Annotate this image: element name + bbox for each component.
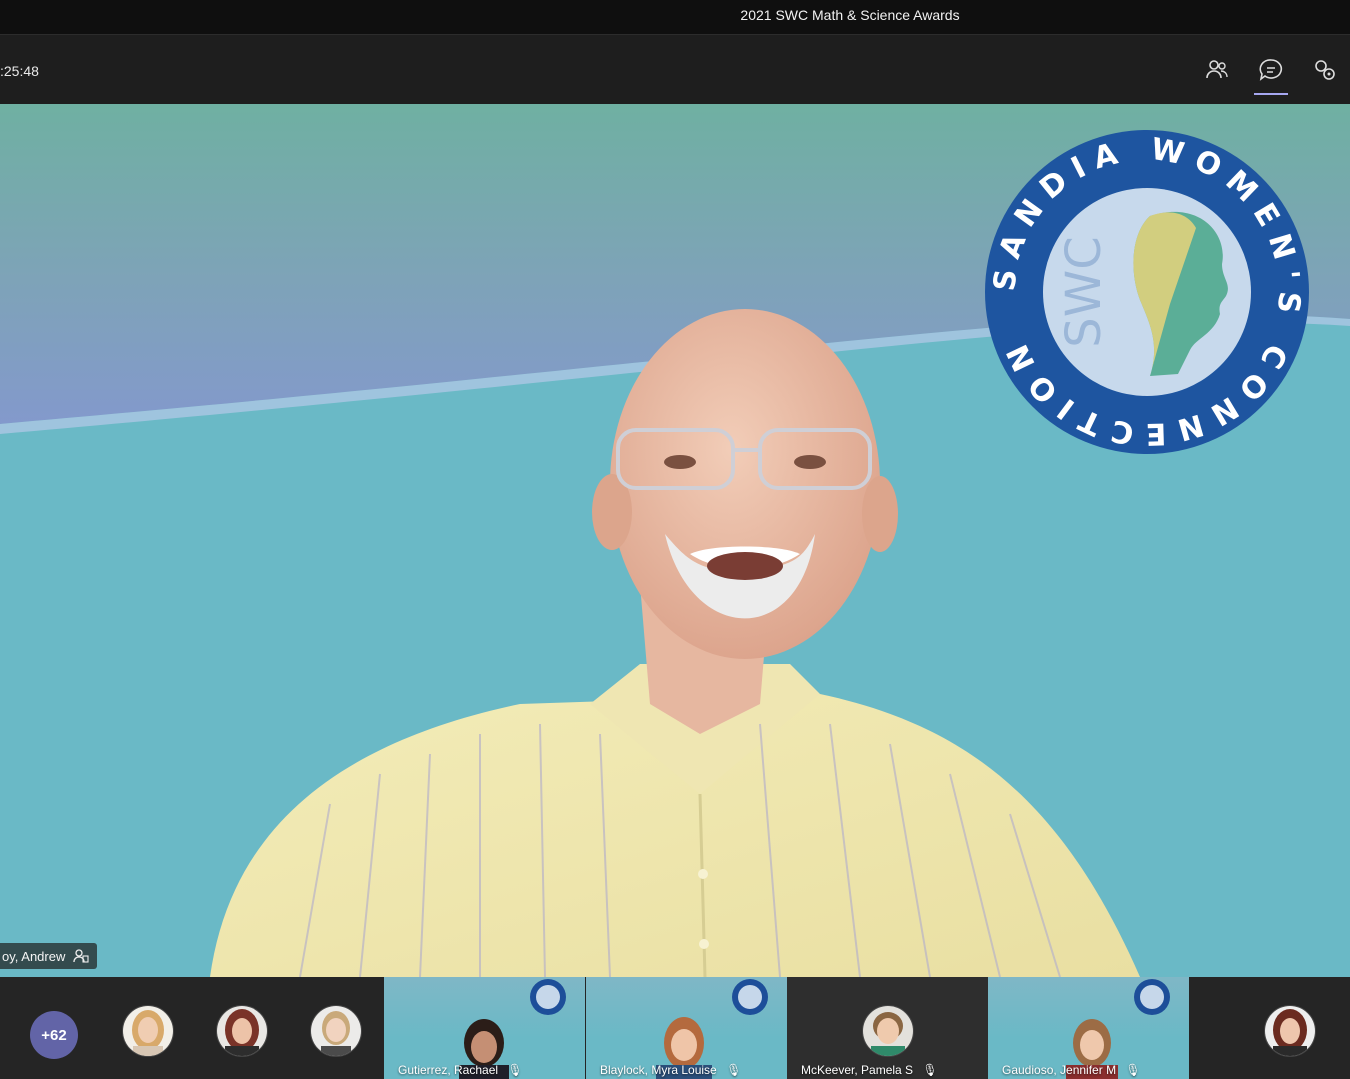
chat-icon: [1259, 59, 1283, 81]
chat-button[interactable]: [1252, 51, 1290, 95]
mic-off-icon: 🎙: [507, 1063, 523, 1077]
participants-icon: [1206, 60, 1228, 79]
participants-button[interactable]: [1198, 51, 1236, 89]
participant-tile[interactable]: Blaylock, Myra Louise 🎙: [586, 977, 787, 1079]
participant-icon: [73, 949, 89, 963]
swc-mini-logo: [732, 979, 768, 1015]
window-title: 2021 SWC Math & Science Awards: [740, 7, 960, 23]
overflow-count-button[interactable]: +62: [30, 1011, 78, 1059]
title-bar: 2021 SWC Math & Science Awards: [0, 0, 1350, 34]
virtual-background: SANDIA WOMEN'S CONNECTION SWC: [0, 104, 1350, 977]
participant-photo: [1265, 1006, 1315, 1056]
speaker-name-label: oy, Andrew: [0, 943, 98, 969]
participant-name: Gutierrez, Rachael 🎙: [398, 1063, 523, 1077]
participant-photo: [123, 1006, 173, 1056]
participant-avatar[interactable]: [310, 1005, 362, 1057]
participant-photo: [863, 1006, 913, 1056]
participant-avatar: [862, 1005, 914, 1057]
participant-avatar[interactable]: [122, 1005, 174, 1057]
mic-off-icon: 🎙: [726, 1063, 742, 1077]
logo-center-text: SWC: [1056, 236, 1112, 347]
swc-logo: SANDIA WOMEN'S CONNECTION SWC: [985, 130, 1309, 454]
mic-off-icon: 🎙: [1125, 1063, 1141, 1077]
participant-tile[interactable]: Gutierrez, Rachael 🎙: [384, 977, 585, 1079]
main-video-stage[interactable]: SANDIA WOMEN'S CONNECTION SWC: [0, 104, 1350, 977]
participant-strip: +62 Gutierrez, Rachael 🎙 Blaylock, Myra …: [0, 977, 1350, 1079]
participant-tile[interactable]: Gaudioso, Jennifer M 🎙: [988, 977, 1189, 1079]
participant-tile[interactable]: McKeever, Pamela S 🎙: [787, 977, 988, 1079]
more-actions-button[interactable]: [1306, 51, 1344, 89]
mic-off-icon: 🎙: [922, 1063, 938, 1077]
meeting-toolbar: :25:48: [0, 34, 1350, 105]
participant-name: McKeever, Pamela S 🎙: [801, 1063, 938, 1077]
participant-avatar[interactable]: [1264, 1005, 1316, 1057]
participant-name: Blaylock, Myra Louise 🎙: [600, 1063, 742, 1077]
meeting-timer: :25:48: [0, 63, 39, 79]
participant-photo: [217, 1006, 267, 1056]
participant-name: Gaudioso, Jennifer M 🎙: [1002, 1063, 1141, 1077]
speaker-name: oy, Andrew: [2, 948, 66, 964]
swc-mini-logo: [1134, 979, 1170, 1015]
swc-mini-logo: [530, 979, 566, 1015]
participant-photo: [311, 1006, 361, 1056]
more-icon: [1315, 60, 1335, 80]
participant-avatar[interactable]: [216, 1005, 268, 1057]
